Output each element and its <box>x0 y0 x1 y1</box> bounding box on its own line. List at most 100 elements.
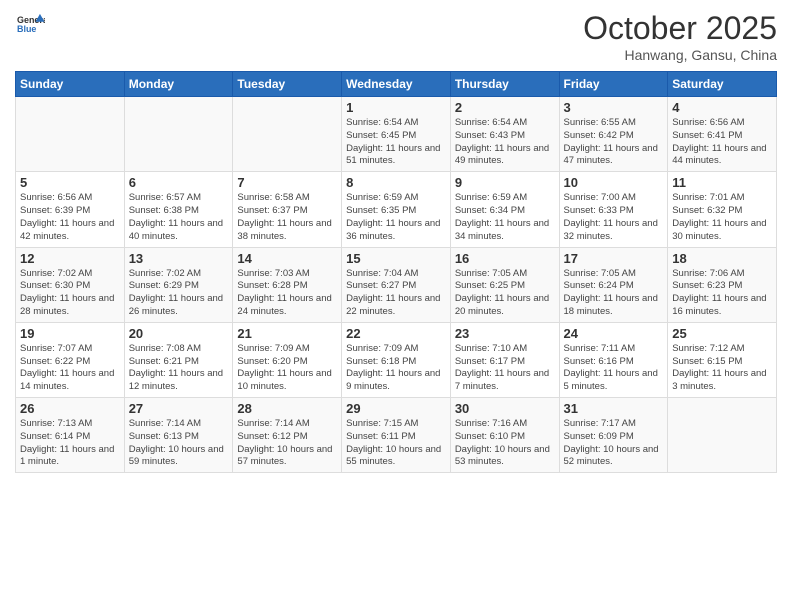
day-info: Sunrise: 6:57 AMSunset: 6:38 PMDaylight:… <box>129 192 229 243</box>
day-number: 29 <box>346 401 446 416</box>
day-info: Sunrise: 7:05 AMSunset: 6:25 PMDaylight:… <box>455 268 555 319</box>
logo-text: General Blue <box>15 10 45 43</box>
sunrise-text: Sunrise: 7:07 AMSunset: 6:22 PMDaylight:… <box>20 343 114 392</box>
sunrise-text: Sunrise: 7:17 AMSunset: 6:09 PMDaylight:… <box>564 418 659 467</box>
day-number: 31 <box>564 401 664 416</box>
calendar: Sunday Monday Tuesday Wednesday Thursday… <box>15 71 777 473</box>
header-wednesday: Wednesday <box>342 72 451 97</box>
day-info: Sunrise: 7:05 AMSunset: 6:24 PMDaylight:… <box>564 268 664 319</box>
day-info: Sunrise: 7:15 AMSunset: 6:11 PMDaylight:… <box>346 418 446 469</box>
day-number: 10 <box>564 175 664 190</box>
calendar-cell: 10 Sunrise: 7:00 AMSunset: 6:33 PMDayligh… <box>559 172 668 247</box>
day-number: 12 <box>20 251 120 266</box>
sunrise-text: Sunrise: 6:56 AMSunset: 6:41 PMDaylight:… <box>672 117 766 166</box>
sunrise-text: Sunrise: 7:14 AMSunset: 6:13 PMDaylight:… <box>129 418 224 467</box>
sunrise-text: Sunrise: 6:59 AMSunset: 6:35 PMDaylight:… <box>346 192 440 241</box>
calendar-week-1: 1Sunrise: 6:54 AMSunset: 6:45 PMDaylight… <box>16 97 777 172</box>
calendar-cell <box>668 398 777 473</box>
day-number: 8 <box>346 175 446 190</box>
calendar-cell: 26 Sunrise: 7:13 AMSunset: 6:14 PMDayligh… <box>16 398 125 473</box>
day-number: 4 <box>672 100 772 115</box>
sunrise-text: Sunrise: 6:56 AMSunset: 6:39 PMDaylight:… <box>20 192 114 241</box>
calendar-cell: 8 Sunrise: 6:59 AMSunset: 6:35 PMDaylight… <box>342 172 451 247</box>
day-number: 16 <box>455 251 555 266</box>
calendar-cell <box>16 97 125 172</box>
calendar-week-2: 5Sunrise: 6:56 AMSunset: 6:39 PMDaylight… <box>16 172 777 247</box>
calendar-cell <box>124 97 233 172</box>
calendar-cell: 30 Sunrise: 7:16 AMSunset: 6:10 PMDayligh… <box>450 398 559 473</box>
calendar-cell: 9Sunrise: 6:59 AMSunset: 6:34 PMDaylight… <box>450 172 559 247</box>
sunrise-text: Sunrise: 7:05 AMSunset: 6:25 PMDaylight:… <box>455 268 549 317</box>
sunrise-text: Sunrise: 7:13 AMSunset: 6:14 PMDaylight:… <box>20 418 114 467</box>
day-info: Sunrise: 7:04 AMSunset: 6:27 PMDaylight:… <box>346 268 446 319</box>
header: General Blue October 2025 Hanwang, Gansu… <box>15 10 777 63</box>
sunrise-text: Sunrise: 7:14 AMSunset: 6:12 PMDaylight:… <box>237 418 332 467</box>
calendar-cell: 15Sunrise: 7:04 AMSunset: 6:27 PMDayligh… <box>342 247 451 322</box>
title-block: October 2025 Hanwang, Gansu, China <box>583 10 777 63</box>
day-info: Sunrise: 7:01 AMSunset: 6:32 PMDaylight:… <box>672 192 772 243</box>
calendar-cell: 7Sunrise: 6:58 AMSunset: 6:37 PMDaylight… <box>233 172 342 247</box>
sunrise-text: Sunrise: 7:11 AMSunset: 6:16 PMDaylight:… <box>564 343 658 392</box>
day-number: 13 <box>129 251 229 266</box>
day-info: Sunrise: 6:54 AMSunset: 6:43 PMDaylight:… <box>455 117 555 168</box>
day-info: Sunrise: 7:06 AMSunset: 6:23 PMDaylight:… <box>672 268 772 319</box>
day-number: 23 <box>455 326 555 341</box>
day-number: 30 <box>455 401 555 416</box>
sunrise-text: Sunrise: 7:15 AMSunset: 6:11 PMDaylight:… <box>346 418 441 467</box>
day-number: 14 <box>237 251 337 266</box>
day-number: 27 <box>129 401 229 416</box>
day-number: 26 <box>20 401 120 416</box>
sunrise-text: Sunrise: 7:09 AMSunset: 6:18 PMDaylight:… <box>346 343 440 392</box>
sunrise-text: Sunrise: 7:01 AMSunset: 6:32 PMDaylight:… <box>672 192 766 241</box>
calendar-cell: 19Sunrise: 7:07 AMSunset: 6:22 PMDayligh… <box>16 322 125 397</box>
header-thursday: Thursday <box>450 72 559 97</box>
sunrise-text: Sunrise: 7:10 AMSunset: 6:17 PMDaylight:… <box>455 343 549 392</box>
calendar-cell: 29 Sunrise: 7:15 AMSunset: 6:11 PMDayligh… <box>342 398 451 473</box>
calendar-cell: 1Sunrise: 6:54 AMSunset: 6:45 PMDaylight… <box>342 97 451 172</box>
day-number: 1 <box>346 100 446 115</box>
calendar-cell: 4 Sunrise: 6:56 AMSunset: 6:41 PMDaylight… <box>668 97 777 172</box>
day-info: Sunrise: 7:09 AMSunset: 6:18 PMDaylight:… <box>346 343 446 394</box>
calendar-week-4: 19Sunrise: 7:07 AMSunset: 6:22 PMDayligh… <box>16 322 777 397</box>
day-info: Sunrise: 7:17 AMSunset: 6:09 PMDaylight:… <box>564 418 664 469</box>
calendar-cell: 13Sunrise: 7:02 AMSunset: 6:29 PMDayligh… <box>124 247 233 322</box>
day-info: Sunrise: 7:02 AMSunset: 6:30 PMDaylight:… <box>20 268 120 319</box>
calendar-cell: 21Sunrise: 7:09 AMSunset: 6:20 PMDayligh… <box>233 322 342 397</box>
day-info: Sunrise: 7:14 AMSunset: 6:12 PMDaylight:… <box>237 418 337 469</box>
sunrise-text: Sunrise: 6:54 AMSunset: 6:43 PMDaylight:… <box>455 117 549 166</box>
sunrise-text: Sunrise: 6:55 AMSunset: 6:42 PMDaylight:… <box>564 117 658 166</box>
header-monday: Monday <box>124 72 233 97</box>
day-info: Sunrise: 7:16 AMSunset: 6:10 PMDaylight:… <box>455 418 555 469</box>
day-info: Sunrise: 7:10 AMSunset: 6:17 PMDaylight:… <box>455 343 555 394</box>
calendar-cell: 12 Sunrise: 7:02 AMSunset: 6:30 PMDayligh… <box>16 247 125 322</box>
logo: General Blue <box>15 10 45 43</box>
calendar-cell: 11 Sunrise: 7:01 AMSunset: 6:32 PMDayligh… <box>668 172 777 247</box>
day-info: Sunrise: 7:00 AMSunset: 6:33 PMDaylight:… <box>564 192 664 243</box>
header-friday: Friday <box>559 72 668 97</box>
day-number: 2 <box>455 100 555 115</box>
calendar-header-row: Sunday Monday Tuesday Wednesday Thursday… <box>16 72 777 97</box>
calendar-cell: 27 Sunrise: 7:14 AMSunset: 6:13 PMDayligh… <box>124 398 233 473</box>
calendar-cell: 28 Sunrise: 7:14 AMSunset: 6:12 PMDayligh… <box>233 398 342 473</box>
day-info: Sunrise: 6:58 AMSunset: 6:37 PMDaylight:… <box>237 192 337 243</box>
day-number: 11 <box>672 175 772 190</box>
calendar-week-3: 12 Sunrise: 7:02 AMSunset: 6:30 PMDayligh… <box>16 247 777 322</box>
sunrise-text: Sunrise: 7:16 AMSunset: 6:10 PMDaylight:… <box>455 418 550 467</box>
day-info: Sunrise: 6:56 AMSunset: 6:41 PMDaylight:… <box>672 117 772 168</box>
month-title: October 2025 <box>583 10 777 47</box>
sunrise-text: Sunrise: 7:02 AMSunset: 6:30 PMDaylight:… <box>20 268 114 317</box>
sunrise-text: Sunrise: 7:12 AMSunset: 6:15 PMDaylight:… <box>672 343 766 392</box>
logo-icon: General Blue <box>17 10 45 38</box>
day-info: Sunrise: 7:07 AMSunset: 6:22 PMDaylight:… <box>20 343 120 394</box>
calendar-cell: 6Sunrise: 6:57 AMSunset: 6:38 PMDaylight… <box>124 172 233 247</box>
calendar-cell: 17Sunrise: 7:05 AMSunset: 6:24 PMDayligh… <box>559 247 668 322</box>
day-number: 28 <box>237 401 337 416</box>
header-tuesday: Tuesday <box>233 72 342 97</box>
day-info: Sunrise: 7:13 AMSunset: 6:14 PMDaylight:… <box>20 418 120 469</box>
calendar-cell: 24Sunrise: 7:11 AMSunset: 6:16 PMDayligh… <box>559 322 668 397</box>
calendar-cell: 25Sunrise: 7:12 AMSunset: 6:15 PMDayligh… <box>668 322 777 397</box>
calendar-cell: 14Sunrise: 7:03 AMSunset: 6:28 PMDayligh… <box>233 247 342 322</box>
day-info: Sunrise: 7:12 AMSunset: 6:15 PMDaylight:… <box>672 343 772 394</box>
day-info: Sunrise: 6:55 AMSunset: 6:42 PMDaylight:… <box>564 117 664 168</box>
calendar-cell: 3Sunrise: 6:55 AMSunset: 6:42 PMDaylight… <box>559 97 668 172</box>
